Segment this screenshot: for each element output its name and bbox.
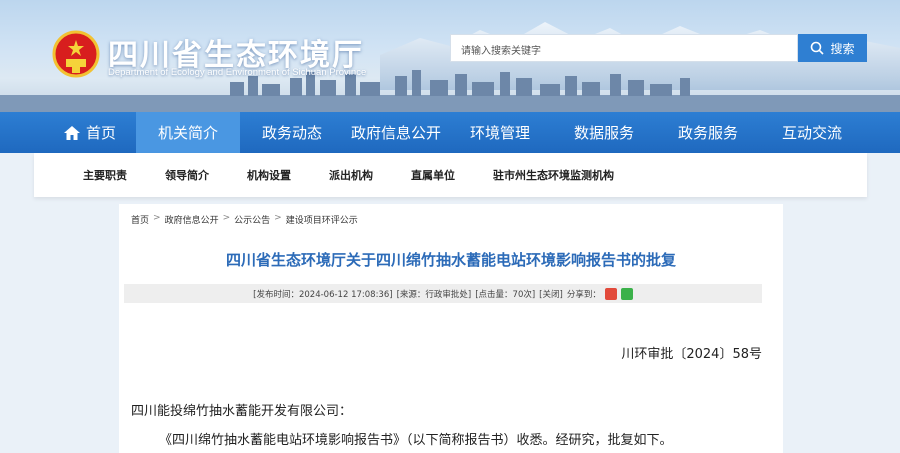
nav-item-label: 数据服务 [573, 124, 634, 142]
nav-item-label: 政务动态 [261, 124, 322, 142]
wechat-icon[interactable] [620, 287, 633, 300]
close-link[interactable]: [关闭] [539, 288, 563, 300]
breadcrumb-info-disclosure[interactable]: 政府信息公开 [165, 213, 219, 226]
nav-item-label: 互动交流 [781, 124, 842, 142]
nav-item-data-services[interactable]: 数据服务 [552, 112, 656, 153]
article-title: 四川省生态环境厅关于四川绵竹抽水蓄能电站环境影响报告书的批复 [225, 251, 676, 269]
view-count: [点击量：70次] [475, 289, 536, 300]
document-number: 川环审批〔2024〕58号 [621, 347, 762, 362]
breadcrumb-separator: > [222, 213, 231, 223]
subnav-item-affiliated-units[interactable]: 直属单位 [411, 167, 455, 183]
breadcrumb: 首页 > 政府信息公开 > 公示公告 > 建设项目环评公示 [131, 213, 358, 226]
breadcrumb-announcements[interactable]: 公示公告 [234, 213, 270, 226]
nav-item-info-disclosure[interactable]: 政府信息公开 [344, 112, 448, 153]
breadcrumb-home[interactable]: 首页 [131, 213, 149, 226]
search-button-label: 搜索 [830, 41, 855, 56]
nav-item-news[interactable]: 政务动态 [240, 112, 344, 153]
nav-item-home[interactable]: 首页 [44, 112, 136, 153]
nav-item-label: 机关简介 [157, 124, 218, 142]
nav-item-label: 政府信息公开 [350, 124, 441, 142]
main-nav: 首页 机关简介 政务动态 政府信息公开 环境管理 数据服务 政务服务 互动交流 [0, 112, 900, 153]
search-button[interactable]: 搜索 [798, 34, 867, 62]
recipient: 四川能投绵竹抽水蓄能开发有限公司： [131, 404, 353, 419]
subnav-item-monitoring-agencies[interactable]: 驻市州生态环境监测机构 [493, 167, 614, 183]
publish-time: [发布时间：2024-06-12 17:08:36] [253, 289, 393, 300]
article-source: [来源：行政审批处] [396, 289, 472, 300]
subnav-item-organization[interactable]: 机构设置 [247, 167, 291, 183]
header-banner: 四川省生态环境厅 Department of Ecology and Envir… [0, 0, 900, 112]
breadcrumb-eia-announcements[interactable]: 建设项目环评公示 [286, 213, 358, 226]
nav-item-label: 环境管理 [469, 124, 530, 142]
subnav-item-dispatched-agencies[interactable]: 派出机构 [329, 167, 373, 183]
subnav-item-leadership[interactable]: 领导简介 [165, 167, 209, 183]
nav-item-interaction[interactable]: 互动交流 [760, 112, 864, 153]
article-panel: 首页 > 政府信息公开 > 公示公告 > 建设项目环评公示 四川省生态环境厅关于… [119, 204, 783, 453]
home-icon [63, 125, 80, 140]
nav-item-label: 政务服务 [677, 124, 738, 142]
search-input[interactable]: 请输入搜索关键字 [450, 34, 798, 62]
nav-item-government-services[interactable]: 政务服务 [656, 112, 760, 153]
search-icon [811, 41, 825, 55]
body-paragraph: 《四川绵竹抽水蓄能电站环境影响报告书》（以下简称报告书）收悉。经研究，批复如下。 [159, 433, 673, 448]
share-label: 分享到： [566, 289, 601, 300]
nav-item-environment-management[interactable]: 环境管理 [448, 112, 552, 153]
breadcrumb-separator: > [153, 213, 161, 223]
sub-nav: 主要职责 领导简介 机构设置 派出机构 直属单位 驻市州生态环境监测机构 [34, 153, 867, 197]
national-emblem-icon [52, 30, 100, 78]
site-subtitle: Department of Ecology and Environment of… [108, 67, 367, 78]
weibo-icon[interactable] [604, 287, 617, 300]
subnav-item-main-duties[interactable]: 主要职责 [83, 167, 127, 183]
nav-item-label: 首页 [85, 124, 116, 142]
article-meta-bar: [发布时间：2024-06-12 17:08:36] [来源：行政审批处] [点… [124, 284, 762, 303]
breadcrumb-separator: > [274, 213, 282, 223]
nav-item-about[interactable]: 机关简介 [136, 112, 240, 153]
